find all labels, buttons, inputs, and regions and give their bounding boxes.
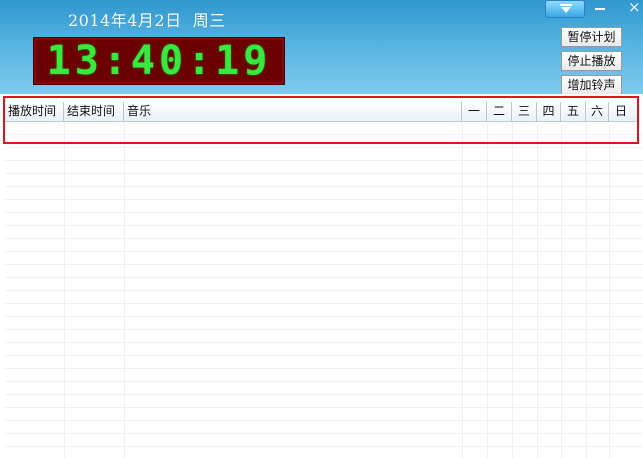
close-button[interactable]: × bbox=[623, 0, 643, 18]
header-panel: 2014年4月2日 周三 13:40:19 × 暂停计划 停止播放 增加铃声 bbox=[0, 0, 643, 95]
close-icon: × bbox=[628, 0, 641, 16]
pause-plan-button[interactable]: 暂停计划 bbox=[561, 27, 622, 47]
digital-clock: 13:40:19 bbox=[33, 37, 285, 85]
column-divider bbox=[512, 122, 513, 458]
dropdown-menu-button[interactable] bbox=[545, 0, 585, 18]
date-display: 2014年4月2日 周三 bbox=[68, 11, 226, 30]
column-divider bbox=[561, 122, 562, 458]
minimize-icon bbox=[595, 8, 605, 10]
column-divider bbox=[487, 122, 488, 458]
clock-time: 13:40:19 bbox=[46, 38, 272, 84]
minimize-button[interactable] bbox=[589, 0, 611, 18]
column-divider bbox=[586, 122, 587, 458]
add-bell-button[interactable]: 增加铃声 bbox=[561, 75, 622, 95]
stop-play-button[interactable]: 停止播放 bbox=[561, 51, 622, 71]
app-window: 2014年4月2日 周三 13:40:19 × 暂停计划 停止播放 增加铃声 播… bbox=[0, 0, 643, 458]
highlight-box bbox=[3, 96, 639, 144]
column-divider bbox=[537, 122, 538, 458]
column-divider bbox=[64, 122, 65, 458]
column-divider bbox=[462, 122, 463, 458]
schedule-list[interactable]: 播放时间 结束时间 音乐 一 二 三 四 五 六 日 bbox=[0, 94, 643, 458]
table-grid bbox=[5, 122, 643, 458]
column-divider bbox=[124, 122, 125, 458]
chevron-down-icon bbox=[561, 7, 571, 13]
column-divider bbox=[609, 122, 610, 458]
menu-bar-icon bbox=[560, 4, 572, 6]
